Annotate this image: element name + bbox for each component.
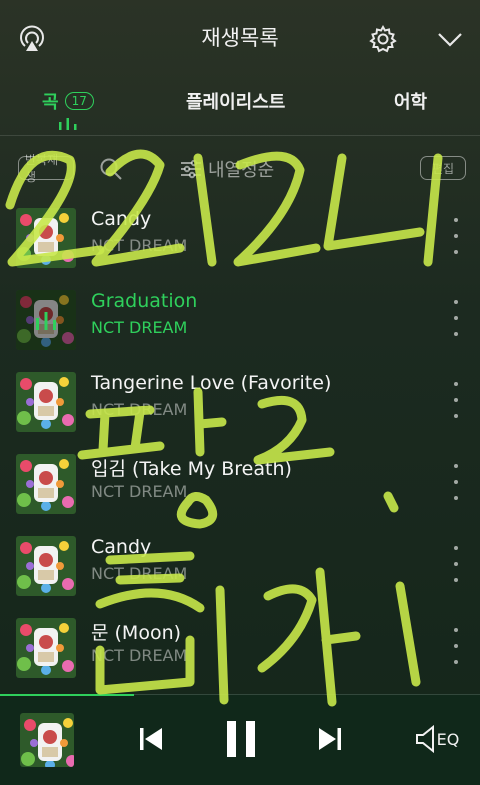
more-options-icon[interactable] [444, 382, 468, 418]
track-artist: NCT DREAM [91, 400, 188, 419]
edit-button[interactable]: 편집 [420, 156, 466, 180]
header: 재생목록 [0, 0, 480, 78]
tab-language[interactable]: 어학 [394, 88, 427, 114]
track-row[interactable]: Candy NCT DREAM [0, 194, 480, 274]
track-artist: NCT DREAM [91, 646, 188, 665]
track-row[interactable]: Candy NCT DREAM [0, 522, 480, 602]
more-options-icon[interactable] [444, 628, 468, 664]
sort-button[interactable]: 내열정순 [180, 156, 274, 182]
track-title: 입김 (Take My Breath) [91, 458, 292, 480]
previous-button[interactable] [135, 723, 167, 755]
gear-icon[interactable] [366, 22, 400, 56]
pause-icon [227, 721, 255, 757]
album-art [16, 618, 76, 678]
eq-label: EQ [436, 729, 460, 749]
tab-playlist[interactable]: 플레이리스트 [186, 88, 285, 114]
album-art [16, 536, 76, 596]
chevron-down-icon[interactable] [433, 22, 467, 56]
track-artist: NCT DREAM [91, 236, 188, 255]
album-art [16, 372, 76, 432]
tab-songs[interactable]: 곡 17 [42, 88, 94, 114]
track-row[interactable]: 문 (Moon) NCT DREAM [0, 604, 480, 684]
tab-songs-label: 곡 [42, 92, 59, 113]
track-title: Candy [91, 208, 152, 230]
album-art [16, 290, 76, 350]
more-options-icon[interactable] [444, 464, 468, 500]
more-options-icon[interactable] [444, 546, 468, 582]
track-row[interactable]: Tangerine Love (Favorite) NCT DREAM [0, 358, 480, 438]
equalizer-bars-icon [59, 118, 77, 130]
tab-bar: 곡 17 플레이리스트 어학 [0, 80, 480, 136]
progress-fill [0, 694, 135, 696]
more-options-icon[interactable] [444, 300, 468, 336]
page-title: 재생목록 [201, 26, 279, 50]
previous-icon [140, 728, 162, 750]
track-title: 문 (Moon) [91, 622, 182, 644]
more-options-icon[interactable] [444, 218, 468, 254]
track-row[interactable]: 입김 (Take My Breath) NCT DREAM [0, 440, 480, 520]
speaker-icon [415, 725, 434, 753]
equalizer-button[interactable]: EQ [412, 723, 462, 755]
now-playing-indicator-icon [16, 290, 76, 350]
song-count-badge: 17 [64, 92, 94, 110]
track-artist: NCT DREAM [91, 318, 188, 337]
pause-button[interactable] [222, 719, 260, 759]
list-toolbar: 반복재생 내열정순 편집 [0, 148, 480, 194]
mini-player: EQ [0, 694, 480, 785]
playback-progress[interactable] [0, 694, 480, 696]
sort-label: 내열정순 [208, 160, 275, 181]
album-art [16, 208, 76, 268]
track-row[interactable]: Graduation NCT DREAM [0, 276, 480, 356]
next-icon [319, 728, 341, 750]
track-title: Tangerine Love (Favorite) [91, 372, 332, 394]
search-icon[interactable] [98, 156, 124, 182]
track-title: Graduation [91, 290, 198, 312]
track-title: Candy [91, 536, 152, 558]
repeat-button[interactable]: 반복재생 [18, 153, 74, 184]
album-art [16, 454, 76, 514]
track-artist: NCT DREAM [91, 564, 188, 583]
sort-icon [181, 159, 201, 179]
now-playing-album-art[interactable] [20, 713, 74, 767]
next-button[interactable] [314, 723, 346, 755]
track-artist: NCT DREAM [91, 482, 188, 501]
